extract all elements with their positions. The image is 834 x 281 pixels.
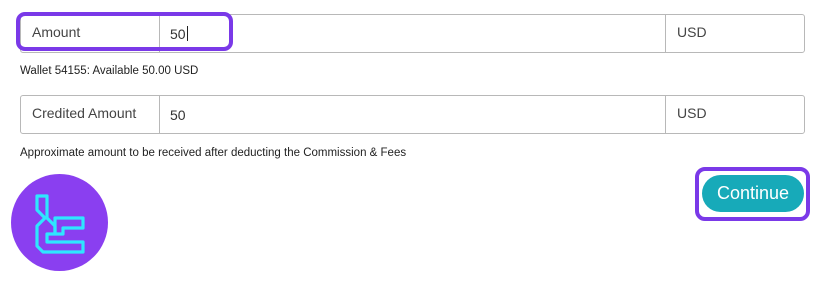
amount-input[interactable]: 50: [159, 14, 666, 53]
credited-label-box: Credited Amount: [20, 95, 160, 134]
amount-row: Amount 50 USD: [20, 14, 805, 53]
amount-label: Amount: [32, 24, 81, 40]
amount-input-value[interactable]: 50: [170, 26, 188, 42]
wallet-available-text: Wallet 54155: Available 50.00 USD: [20, 65, 199, 77]
credited-amount-field: 50: [159, 95, 666, 134]
approximate-amount-note: Approximate amount to be received after …: [20, 147, 407, 159]
continue-button[interactable]: Continue: [702, 175, 804, 212]
amount-currency: USD: [677, 24, 707, 40]
credited-amount-value: 50: [170, 107, 186, 123]
brand-logo-glyph: [35, 194, 85, 254]
amount-label-box: Amount: [20, 14, 160, 53]
text-caret: [186, 26, 188, 41]
credited-amount-label: Credited Amount: [32, 105, 137, 121]
credited-currency: USD: [677, 105, 707, 121]
brand-logo-icon: [11, 174, 108, 271]
amount-currency-box: USD: [665, 14, 805, 53]
credited-amount-row: Credited Amount 50 USD: [20, 95, 805, 134]
payment-form-page: Amount 50 USD Wallet 54155: Available 50…: [0, 0, 834, 281]
credited-currency-box: USD: [665, 95, 805, 134]
